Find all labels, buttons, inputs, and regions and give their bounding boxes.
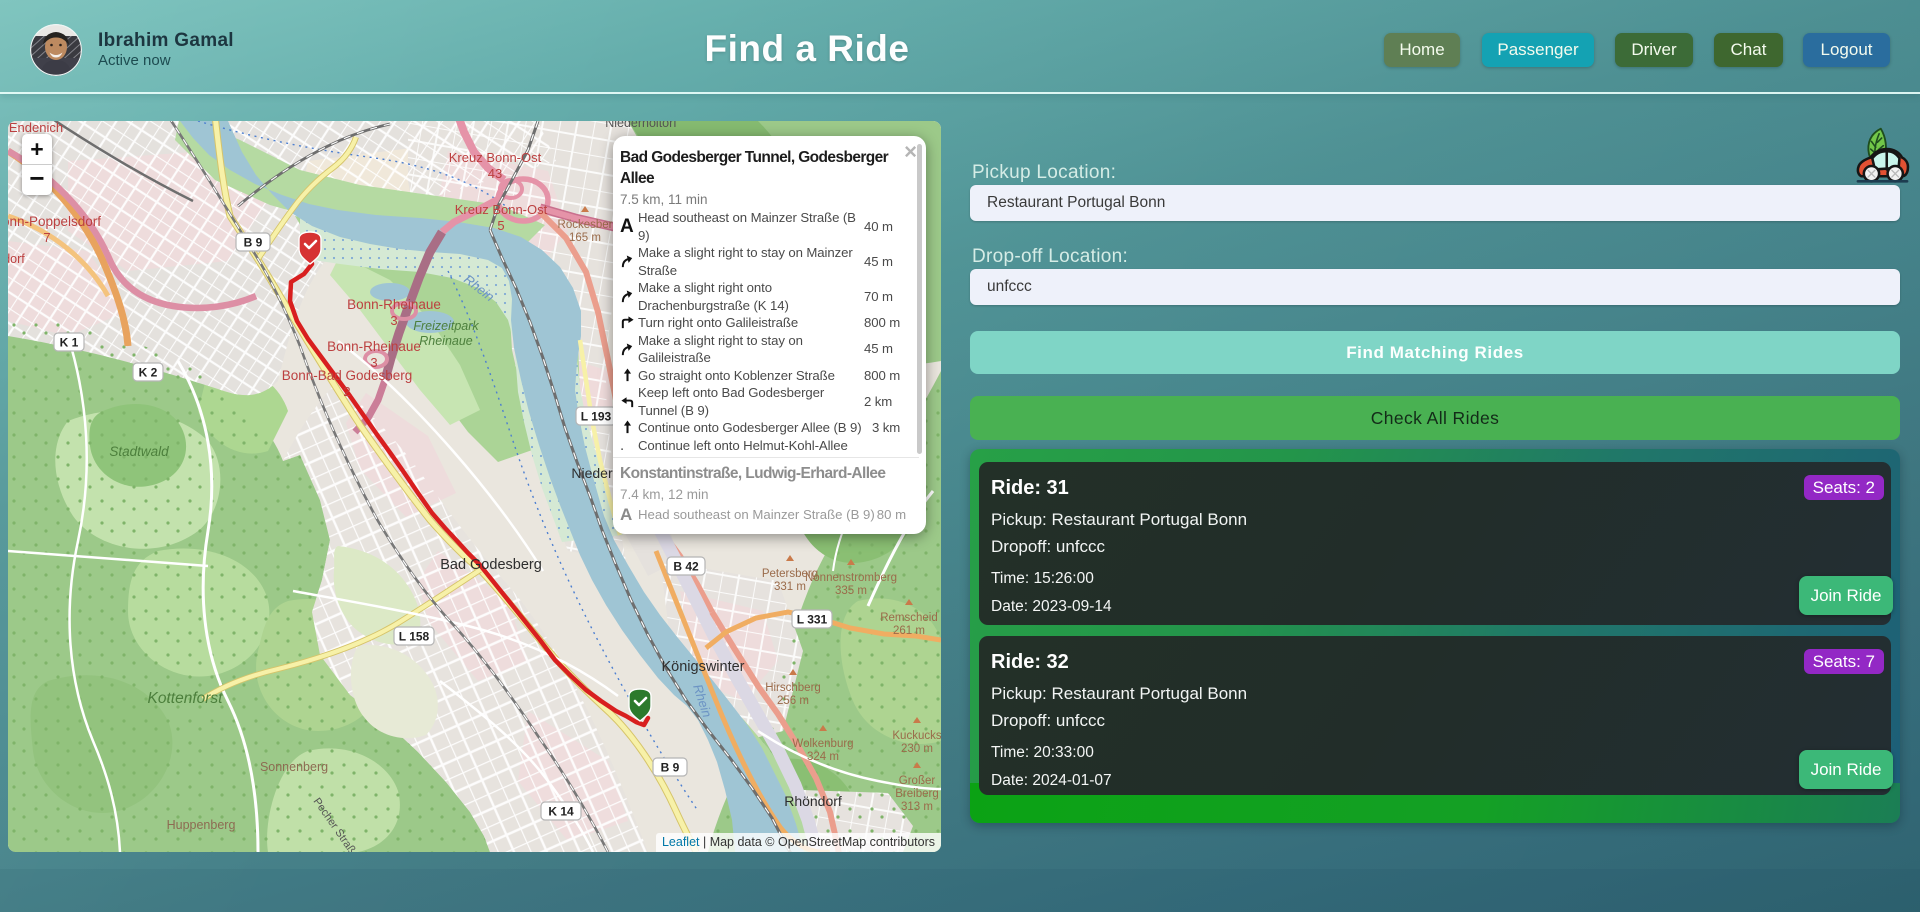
svg-text:2: 2 — [343, 384, 350, 399]
svg-text:Bonn-Rheinaue: Bonn-Rheinaue — [327, 339, 421, 354]
svg-text:B 42: B 42 — [673, 560, 699, 574]
svg-text:Wolkenburg: Wolkenburg — [792, 738, 853, 750]
svg-text:Rheinaue: Rheinaue — [419, 334, 473, 348]
svg-text:Kreuz Bonn-Ost: Kreuz Bonn-Ost — [449, 150, 542, 165]
svg-text:Kuckucks: Kuckucks — [892, 730, 941, 742]
svg-text:256 m: 256 m — [777, 695, 809, 707]
svg-text:Nonnenstromberg: Nonnenstromberg — [805, 572, 897, 584]
svg-text:7: 7 — [43, 230, 50, 245]
svg-text:Remscheid: Remscheid — [880, 612, 938, 624]
svg-text:43: 43 — [488, 166, 502, 181]
svg-text:Niederholtorf: Niederholtorf — [605, 121, 677, 130]
svg-text:165 m: 165 m — [569, 232, 601, 244]
svg-text:B 9: B 9 — [661, 761, 680, 775]
svg-text:Röckesber: Röckesber — [558, 219, 613, 231]
svg-text:335 m: 335 m — [835, 585, 867, 597]
svg-text:Bonn-Bad Godesberg: Bonn-Bad Godesberg — [282, 368, 413, 383]
svg-text:Freizeitpark: Freizeitpark — [413, 319, 479, 333]
svg-text:Bad Godesberg: Bad Godesberg — [440, 557, 542, 573]
svg-text:L 158: L 158 — [399, 630, 430, 644]
svg-text:324 m: 324 m — [807, 751, 839, 763]
svg-text:Stadtwald: Stadtwald — [109, 444, 169, 459]
svg-text:Nieder: Nieder — [571, 465, 613, 481]
svg-text:230 m: 230 m — [901, 743, 933, 755]
svg-text:Großer: Großer — [899, 775, 936, 787]
svg-text:Breiberg: Breiberg — [895, 788, 938, 800]
svg-text:313 m: 313 m — [901, 801, 933, 813]
svg-text:K 14: K 14 — [548, 805, 574, 819]
svg-text:Rhöndorf: Rhöndorf — [784, 793, 842, 809]
svg-text:Huppenberg: Huppenberg — [167, 818, 236, 832]
svg-text:Königswinter: Königswinter — [661, 659, 744, 675]
svg-text:Sonnenberg: Sonnenberg — [260, 760, 328, 774]
svg-text:Hirschberg: Hirschberg — [765, 682, 821, 694]
svg-text:L 193: L 193 — [581, 410, 612, 424]
svg-text:K 2: K 2 — [139, 366, 158, 380]
svg-text:Kreuz Bonn-Ost: Kreuz Bonn-Ost — [455, 202, 548, 217]
svg-text:dorf: dorf — [8, 252, 25, 266]
svg-text:L 331: L 331 — [797, 613, 828, 627]
svg-text:Bonn-Poppelsdorf: Bonn-Poppelsdorf — [8, 214, 101, 229]
svg-text:Bonn-Rheinaue: Bonn-Rheinaue — [347, 297, 441, 312]
svg-text:261 m: 261 m — [893, 625, 925, 637]
svg-text:Endenich: Endenich — [9, 121, 63, 135]
svg-text:K 1: K 1 — [60, 336, 79, 350]
svg-text:Kottenforst: Kottenforst — [148, 690, 224, 707]
svg-text:5: 5 — [497, 218, 504, 233]
svg-text:3: 3 — [390, 313, 397, 328]
svg-text:B 9: B 9 — [244, 236, 263, 250]
svg-text:331 m: 331 m — [774, 581, 806, 593]
